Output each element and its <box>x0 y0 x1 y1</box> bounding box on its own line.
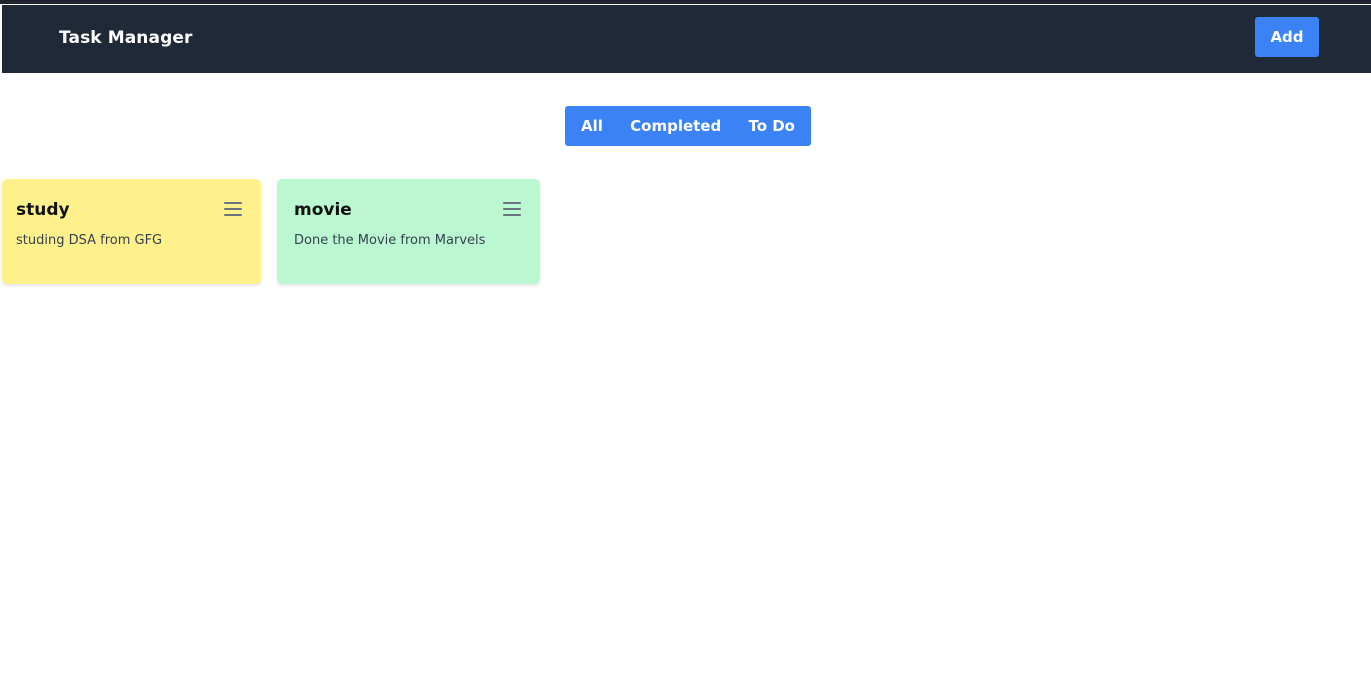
task-title: study <box>16 200 70 220</box>
tab-completed[interactable]: Completed <box>630 117 721 135</box>
task-title: movie <box>294 200 352 220</box>
task-card-movie: movie Done the Movie from Marvels <box>277 179 540 284</box>
tab-to-do[interactable]: To Do <box>748 117 795 135</box>
navbar: Task Manager Add <box>2 5 1371 73</box>
tab-all[interactable]: All <box>581 117 603 135</box>
add-task-button[interactable]: Add <box>1255 17 1319 57</box>
app-title: Task Manager <box>59 28 193 48</box>
task-description: studing DSA from GFG <box>16 233 163 248</box>
task-card-study: study studing DSA from GFG <box>2 179 261 284</box>
hamburger-menu-icon[interactable] <box>502 201 522 217</box>
window-top-border <box>0 0 1371 4</box>
task-description: Done the Movie from Marvels <box>294 233 486 248</box>
filter-tabs: All Completed To Do <box>565 106 811 146</box>
hamburger-menu-icon[interactable] <box>223 201 243 217</box>
